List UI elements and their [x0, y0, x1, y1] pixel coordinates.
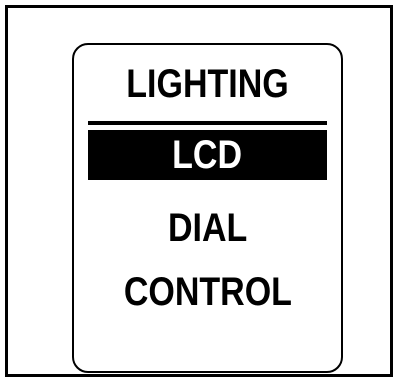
gauge-display: LIGHTING LCD DIAL CONTROL — [72, 43, 343, 373]
title-divider — [88, 121, 327, 125]
screenshot-frame: LIGHTING LCD DIAL CONTROL — [5, 5, 393, 377]
screen-title: LIGHTING — [126, 62, 289, 106]
menu-item-label: CONTROL — [123, 270, 292, 314]
menu-item-control[interactable]: CONTROL — [88, 267, 327, 317]
menu-item-dial[interactable]: DIAL — [88, 203, 327, 253]
menu-item-label: LCD — [172, 133, 243, 177]
menu-item-label: DIAL — [167, 206, 248, 250]
menu-item-lcd[interactable]: LCD — [88, 130, 327, 180]
